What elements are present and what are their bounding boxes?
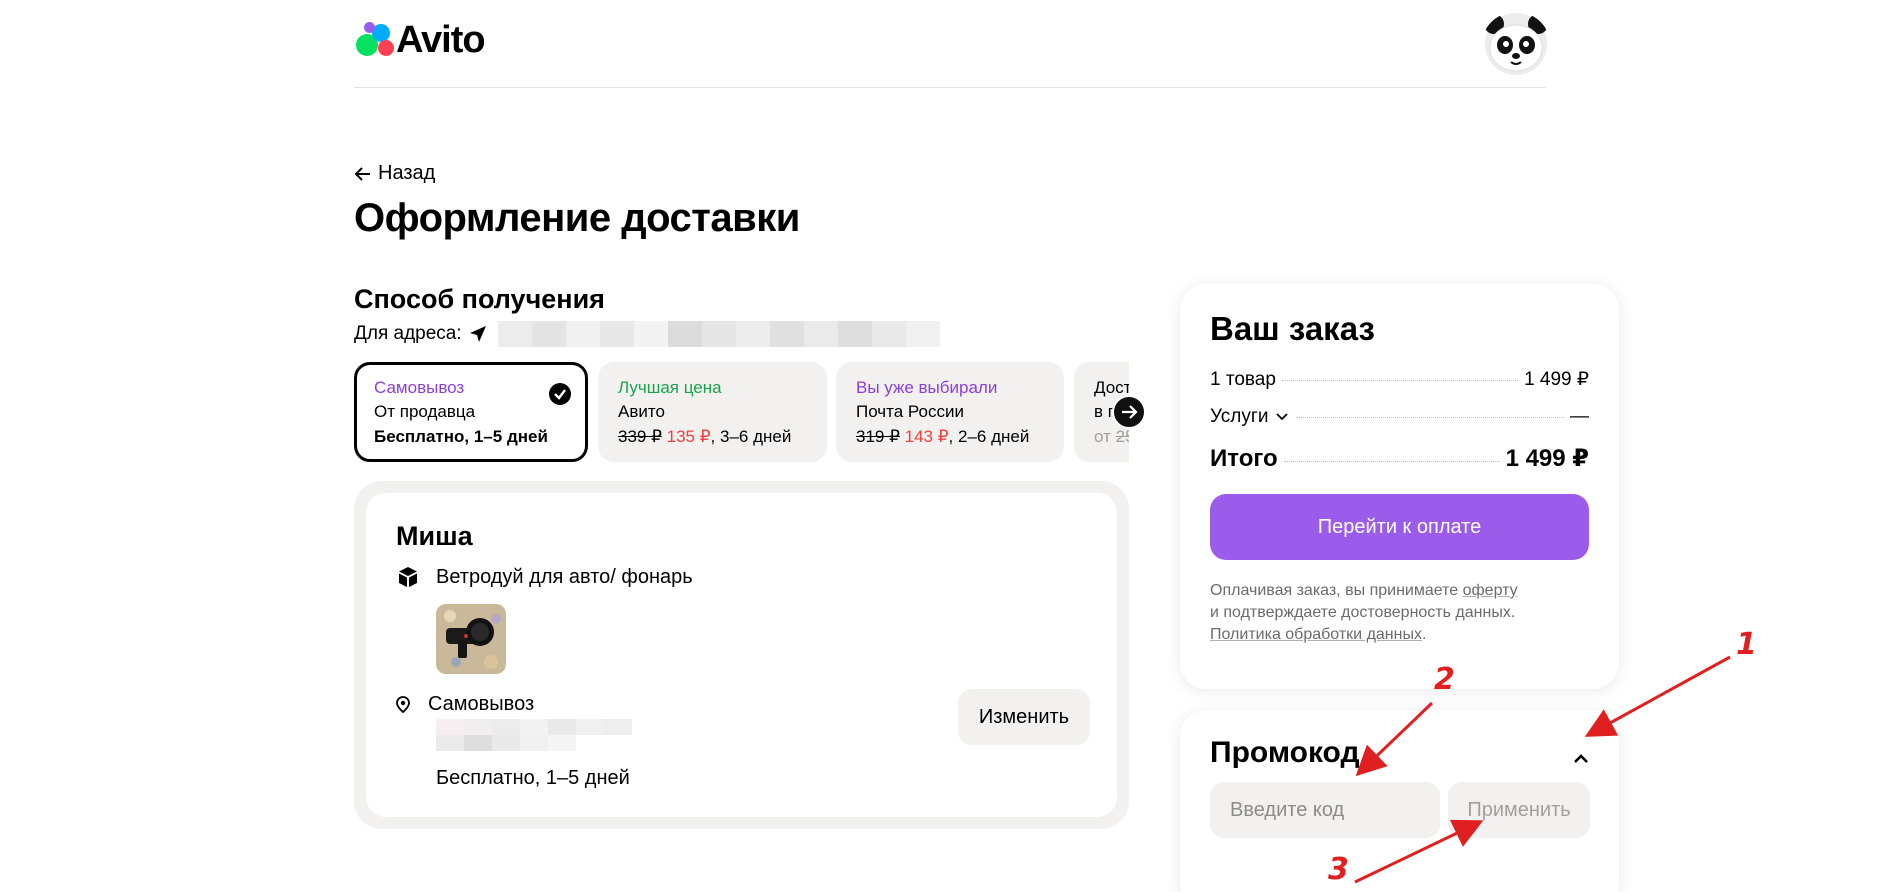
option-tag: Самовывоз bbox=[374, 378, 465, 397]
total-label: Итого bbox=[1210, 445, 1278, 472]
pickup-row: Самовывоз bbox=[396, 693, 534, 716]
option-tag: Вы уже выбирали bbox=[856, 378, 998, 397]
collapse-promo-button[interactable] bbox=[1570, 748, 1592, 770]
item-title: Ветродуй для авто/ фонарь bbox=[436, 565, 693, 588]
page-title: Оформление доставки bbox=[354, 196, 800, 240]
go-to-payment-button[interactable]: Перейти к оплате bbox=[1210, 494, 1589, 560]
promo-title: Промокод bbox=[1210, 736, 1360, 769]
items-label: 1 товар bbox=[1210, 369, 1276, 390]
avito-logo-icon bbox=[354, 20, 394, 60]
annotation-label-2: 2 bbox=[1434, 662, 1455, 697]
delivery-option-avito[interactable]: Лучшая цена Авито 339 ₽ 135 ₽, 3–6 дней bbox=[598, 362, 827, 462]
total-value: 1 499 ₽ bbox=[1505, 445, 1589, 472]
order-summary-card: Ваш заказ 1 товар 1 499 ₽ Услуги — Итого… bbox=[1180, 284, 1619, 689]
checkmark-icon bbox=[549, 383, 571, 405]
location-pin-icon bbox=[396, 695, 410, 713]
option-name: Авито bbox=[618, 402, 665, 421]
order-items-row: 1 товар 1 499 ₽ bbox=[1210, 368, 1589, 391]
delivery-options: Самовывоз От продавца Бесплатно, 1–5 дне… bbox=[354, 362, 1129, 462]
panda-avatar-icon[interactable] bbox=[1482, 12, 1550, 76]
seller-name: Миша bbox=[396, 521, 473, 551]
order-title: Ваш заказ bbox=[1210, 310, 1375, 347]
promo-code-input[interactable] bbox=[1210, 782, 1440, 838]
services-label: Услуги bbox=[1210, 406, 1269, 427]
pickup-term: Бесплатно, 1–5 дней bbox=[436, 767, 630, 789]
location-arrow-icon bbox=[469, 326, 486, 342]
option-tag: Лучшая цена bbox=[618, 378, 722, 397]
item-row: Ветродуй для авто/ фонарь bbox=[396, 565, 693, 589]
option-term: , 1–5 дней bbox=[464, 427, 548, 446]
leader-dots bbox=[1281, 380, 1519, 381]
address-label: Для адреса: bbox=[354, 323, 462, 344]
apply-promo-button[interactable]: Применить bbox=[1448, 782, 1590, 838]
legal-text-end: . bbox=[1421, 626, 1427, 643]
pickup-label: Самовывоз bbox=[428, 693, 535, 715]
option-price: Бесплатно bbox=[374, 427, 465, 446]
order-total-row: Итого 1 499 ₽ bbox=[1210, 444, 1589, 473]
option-term: , 3–6 дней bbox=[710, 427, 792, 446]
leader-dots bbox=[1296, 417, 1564, 418]
seller-card-inner: Миша Ветродуй для авто/ фонарь Самовывоз… bbox=[366, 493, 1117, 817]
offer-link[interactable]: оферту bbox=[1463, 582, 1518, 599]
legal-text-2: и подтверждаете достоверность данных. bbox=[1210, 604, 1516, 621]
promo-code-card: Промокод Применить bbox=[1180, 710, 1619, 892]
option-old-price: 319 ₽ bbox=[856, 427, 900, 446]
option-name: От продавца bbox=[374, 402, 476, 421]
delivery-method-title: Способ получения bbox=[354, 284, 605, 314]
arrow-right-icon bbox=[1122, 405, 1138, 419]
delivery-option-pickup[interactable]: Самовывоз От продавца Бесплатно, 1–5 дне… bbox=[354, 362, 588, 462]
option-term: , 2–6 дней bbox=[948, 427, 1030, 446]
option-price-prefix: от bbox=[1094, 427, 1111, 446]
option-new-price: 143 ₽ bbox=[904, 427, 949, 446]
address-value-redacted bbox=[497, 321, 940, 347]
annotation-label-3: 3 bbox=[1328, 852, 1349, 887]
legal-text-1: Оплачивая заказ, вы принимаете bbox=[1210, 582, 1463, 599]
option-old-price: 339 ₽ bbox=[618, 427, 662, 446]
arrow-left-icon bbox=[354, 166, 370, 181]
seller-card: Миша Ветродуй для авто/ фонарь Самовывоз… bbox=[354, 481, 1129, 829]
site-header: Avito bbox=[354, 0, 1548, 88]
annotation-label-1: 1 bbox=[1736, 627, 1757, 662]
order-services-row[interactable]: Услуги — bbox=[1210, 406, 1589, 428]
privacy-policy-link[interactable]: Политика обработки данных bbox=[1210, 626, 1422, 643]
legal-text: Оплачивая заказ, вы принимаете оферту и … bbox=[1210, 580, 1589, 646]
leader-dots bbox=[1283, 461, 1500, 462]
chevron-down-icon bbox=[1276, 413, 1289, 421]
scroll-right-button[interactable] bbox=[1112, 395, 1146, 429]
option-new-price: 135 ₽ bbox=[666, 427, 711, 446]
option-name: Почта России bbox=[856, 402, 964, 421]
box-icon bbox=[399, 567, 417, 587]
back-label: Назад bbox=[378, 162, 436, 184]
avito-logo[interactable]: Avito bbox=[354, 18, 486, 62]
item-thumbnail[interactable] bbox=[436, 604, 506, 674]
chevron-up-icon bbox=[1574, 754, 1588, 763]
logo-text: Avito bbox=[396, 18, 486, 61]
pickup-address-redacted bbox=[436, 719, 632, 751]
items-value: 1 499 ₽ bbox=[1524, 369, 1589, 390]
option-old-price: 259 bbox=[1115, 427, 1129, 446]
change-button[interactable]: Изменить bbox=[958, 689, 1090, 745]
services-value: — bbox=[1570, 406, 1589, 427]
back-link[interactable]: Назад bbox=[354, 162, 435, 185]
delivery-address[interactable]: Для адреса: bbox=[354, 321, 940, 347]
delivery-option-russian-post[interactable]: Вы уже выбирали Почта России 319 ₽ 143 ₽… bbox=[836, 362, 1064, 462]
